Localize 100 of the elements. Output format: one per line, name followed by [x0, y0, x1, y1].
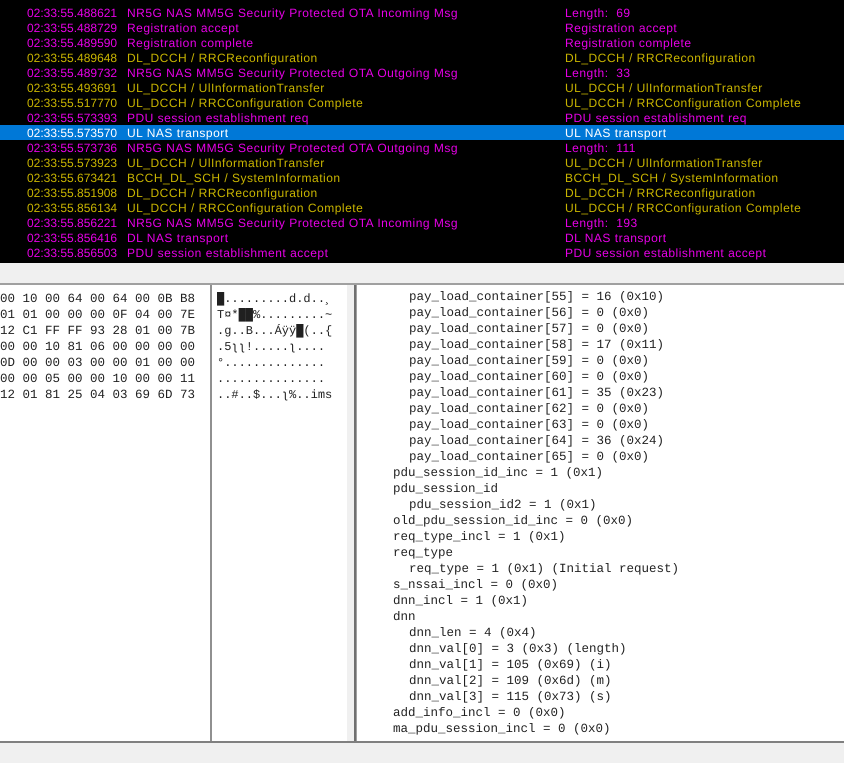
message-summary: UL_DCCH / RRCConfiguration Complete	[565, 94, 802, 112]
log-row[interactable]: 02:33:55.573736 NR5G NAS MM5G Security Protected OTA Outgoing Msg Length: 111	[0, 140, 844, 155]
timestamp: 02:33:55.851908	[27, 184, 118, 202]
message-name: Registration accept	[127, 20, 240, 36]
log-row[interactable]: 02:33:55.851908 DL_DCCH / RRCReconfiguration DL_DCCH / RRCReconfiguration	[0, 185, 844, 200]
ascii-text: █.........d.d..¸	[217, 291, 332, 307]
message-name: UL_DCCH / UlInformationTransfer	[127, 154, 326, 172]
log-row[interactable]: 02:33:55.673421 BCCH_DL_SCH / SystemInformation BCCH_DL_SCH / SystemInformation	[0, 170, 844, 185]
message-name: UL_DCCH / RRCConfiguration Complete	[127, 94, 364, 112]
message-summary: Registration accept	[565, 20, 678, 36]
log-row[interactable]: 02:33:55.488621 NR5G NAS MM5G Security Protected OTA Incoming Msg Length: 69	[0, 5, 844, 20]
message-name: PDU session establishment req	[127, 110, 310, 126]
field-line: req_type_incl = 1 (0x1)	[392, 529, 567, 545]
field-line: pay_load_container[58] = 17 (0x11)	[408, 337, 666, 353]
field-line: pay_load_container[61] = 35 (0x23)	[408, 385, 666, 401]
message-name: NR5G NAS MM5G Security Protected OTA Incoming Msg	[127, 214, 460, 232]
message-summary: UL_DCCH / RRCConfiguration Complete	[565, 200, 802, 216]
message-name: BCCH_DL_SCH / SystemInformation	[127, 170, 342, 186]
field-line: ma_pdu_session_incl = 0 (0x0)	[392, 721, 612, 737]
timestamp: 02:33:55.493691	[27, 80, 118, 96]
hex-bytes: 01 01 00 00 00 0F 04 00 7E	[0, 307, 196, 323]
field-line: s_nssai_incl = 0 (0x0)	[392, 577, 560, 593]
hex-bytes: 12 C1 FF FF 93 28 01 00 7B	[0, 323, 196, 339]
timestamp: 02:33:55.517770	[27, 94, 118, 112]
field-line: pay_load_container[59] = 0 (0x0)	[408, 353, 650, 369]
message-summary: BCCH_DL_SCH / SystemInformation	[565, 170, 779, 186]
message-name: DL_DCCH / RRCReconfiguration	[127, 50, 319, 66]
message-summary: Length: 111	[565, 140, 636, 156]
timestamp: 02:33:55.856221	[27, 214, 118, 232]
message-summary: UL_DCCH / UlInformationTransfer	[565, 80, 763, 96]
field-line: dnn_incl = 1 (0x1)	[392, 593, 530, 609]
field-line: pay_load_container[65] = 0 (0x0)	[408, 449, 650, 465]
message-summary: PDU session establishment req	[565, 110, 747, 126]
ascii-text: °..............	[217, 355, 326, 371]
field-line: pdu_session_id2 = 1 (0x1)	[408, 497, 598, 513]
field-line: dnn_val[3] = 115 (0x73) (s)	[408, 689, 613, 705]
field-line: pay_load_container[57] = 0 (0x0)	[408, 321, 650, 337]
field-line: pay_load_container[62] = 0 (0x0)	[408, 401, 650, 417]
message-summary: Length: 33	[565, 64, 631, 82]
hex-bytes: 12 01 81 25 04 03 69 6D 73	[0, 387, 196, 403]
field-line: dnn_val[0] = 3 (0x3) (length)	[408, 641, 628, 657]
log-row[interactable]: 02:33:55.856416 DL NAS transport DL NAS transport	[0, 230, 844, 245]
field-line: dnn_val[2] = 109 (0x6d) (m)	[408, 673, 613, 689]
timestamp: 02:33:55.573393	[27, 110, 118, 126]
message-name: NR5G NAS MM5G Security Protected OTA Outgoing Msg	[127, 64, 460, 82]
log-row[interactable]: 02:33:55.489590 Registration complete Registration complete	[0, 35, 844, 50]
ascii-text: T¤*██%.........~	[217, 307, 332, 323]
hex-bytes: 0D 00 00 03 00 00 01 00 00	[0, 355, 196, 371]
field-line: add_info_incl = 0 (0x0)	[392, 705, 567, 721]
field-line: pay_load_container[55] = 16 (0x10)	[408, 289, 666, 305]
timestamp: 02:33:55.673421	[27, 170, 118, 186]
log-row[interactable]: 02:33:55.573393 PDU session establishment req PDU session establishment req	[0, 110, 844, 125]
timestamp: 02:33:55.856134	[27, 200, 118, 216]
field-line: pay_load_container[63] = 0 (0x0)	[408, 417, 650, 433]
message-name: DL_DCCH / RRCReconfiguration	[127, 184, 319, 202]
log-row[interactable]: 02:33:55.489648 DL_DCCH / RRCReconfiguration DL_DCCH / RRCReconfiguration	[0, 50, 844, 65]
log-row[interactable]: 02:33:55.488729 Registration accept Registration accept	[0, 20, 844, 35]
message-name: UL_DCCH / UlInformationTransfer	[127, 80, 326, 96]
field-line: old_pdu_session_id_inc = 0 (0x0)	[392, 513, 634, 529]
log-row[interactable]: 02:33:55.856134 UL_DCCH / RRCConfiguration Complete UL_DCCH / RRCConfiguration Complete	[0, 200, 844, 215]
timestamp: 02:33:55.856503	[27, 244, 118, 262]
message-summary: Length: 69	[565, 4, 631, 22]
message-summary: Length: 193	[565, 214, 638, 232]
message-name: UL_DCCH / RRCConfiguration Complete	[127, 200, 364, 216]
message-summary: DL NAS transport	[565, 230, 667, 246]
log-row[interactable]: 02:33:55.493691 UL_DCCH / UlInformationTransfer UL_DCCH / UlInformationTransfer	[0, 80, 844, 95]
log-row[interactable]: 02:33:55.517770 UL_DCCH / RRCConfiguration Complete UL_DCCH / RRCConfiguration Complete	[0, 95, 844, 110]
message-name: PDU session establishment accept	[127, 244, 330, 262]
log-row[interactable]: 02:33:55.573570 UL NAS transport UL NAS transport	[0, 125, 844, 140]
log-row[interactable]: 02:33:55.856503 PDU session establishment accept PDU session establishment accept	[0, 245, 844, 260]
message-name: Registration complete	[127, 34, 255, 52]
field-line: pay_load_container[60] = 0 (0x0)	[408, 369, 650, 385]
log-row[interactable]: 02:33:55.856221 NR5G NAS MM5G Security Protected OTA Incoming Msg Length: 193	[0, 215, 844, 230]
timestamp: 02:33:55.489732	[27, 64, 118, 82]
field-line: pay_load_container[56] = 0 (0x0)	[408, 305, 650, 321]
message-summary: UL_DCCH / UlInformationTransfer	[565, 154, 763, 172]
message-name: NR5G NAS MM5G Security Protected OTA Outgoing Msg	[127, 140, 460, 156]
ascii-text: .g..B...Áÿÿ█(..{	[217, 323, 332, 339]
field-line: dnn_val[1] = 105 (0x69) (i)	[408, 657, 613, 673]
log-row[interactable]: 02:33:55.489732 NR5G NAS MM5G Security Protected OTA Outgoing Msg Length: 33	[0, 65, 844, 80]
field-line: req_type = 1 (0x1) (Initial request)	[408, 561, 680, 577]
message-summary: PDU session establishment accept	[565, 244, 766, 262]
timestamp: 02:33:55.856416	[27, 230, 118, 246]
message-summary: DL_DCCH / RRCReconfiguration	[565, 184, 756, 202]
timestamp: 02:33:55.489648	[27, 50, 118, 66]
field-line: dnn	[392, 609, 417, 625]
message-summary: DL_DCCH / RRCReconfiguration	[565, 50, 756, 66]
field-line: dnn_len = 4 (0x4)	[408, 625, 538, 641]
field-line: pay_load_container[64] = 36 (0x24)	[408, 433, 666, 449]
ascii-text: .5ʅʅ!.....ʅ....	[217, 339, 326, 355]
message-name: UL NAS transport	[127, 124, 230, 142]
log-row[interactable]: 02:33:55.573923 UL_DCCH / UlInformationTransfer UL_DCCH / UlInformationTransfer	[0, 155, 844, 170]
timestamp: 02:33:55.488729	[27, 20, 118, 36]
hex-bytes: 00 10 00 64 00 64 00 0B B8	[0, 291, 196, 307]
timestamp: 02:33:55.573923	[27, 154, 118, 172]
timestamp: 02:33:55.488621	[27, 4, 118, 22]
hex-bytes: 00 00 10 81 06 00 00 00 00	[0, 339, 196, 355]
timestamp: 02:33:55.489590	[27, 34, 118, 52]
timestamp: 02:33:55.573570	[27, 124, 118, 142]
ascii-text: ..#..$...ʅ%..ims	[217, 387, 332, 403]
